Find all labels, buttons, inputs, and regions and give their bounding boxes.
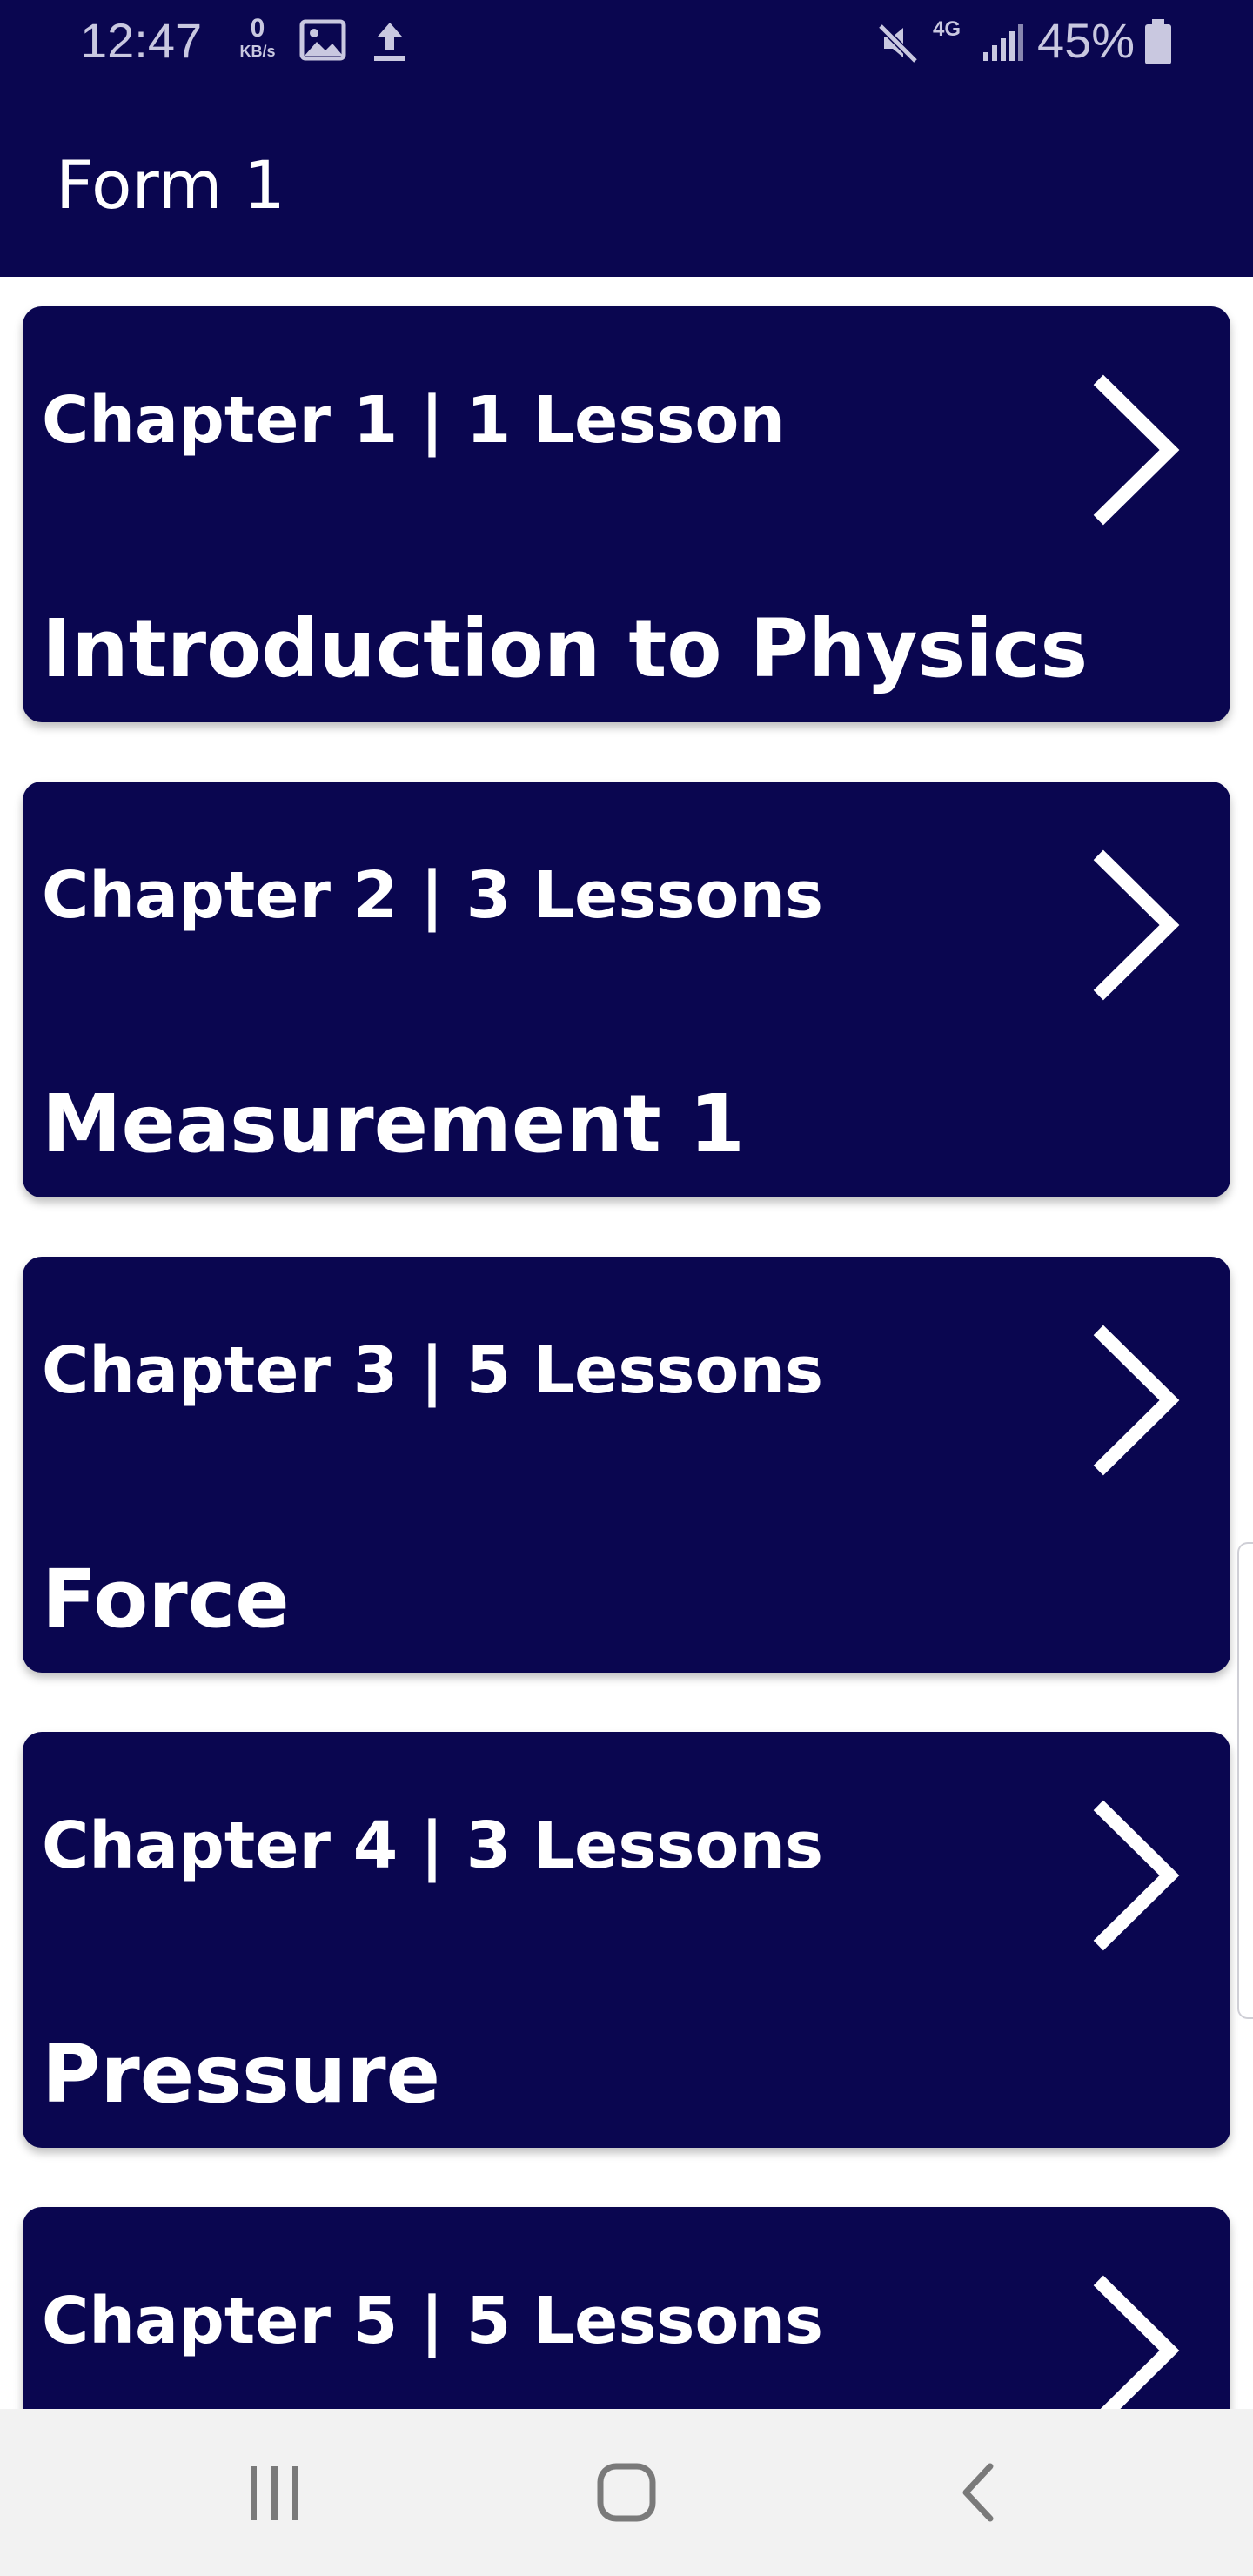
chapter-meta: Chapter 3 | 5 Lessons bbox=[42, 1333, 824, 1408]
signal-icon bbox=[982, 24, 1023, 66]
net-speed: 0 KB/s bbox=[230, 14, 285, 60]
chevron-right-icon bbox=[1093, 1325, 1180, 1476]
status-bar: 12:47 0 KB/s 4G 45% bbox=[0, 0, 1253, 87]
battery-percent: 45% bbox=[1037, 13, 1136, 68]
net-speed-unit: KB/s bbox=[239, 43, 276, 60]
scrollbar[interactable] bbox=[1237, 1542, 1253, 2019]
upload-icon bbox=[371, 19, 409, 66]
home-icon bbox=[597, 2463, 656, 2522]
recent-apps-button[interactable] bbox=[188, 2409, 362, 2576]
navigation-bar bbox=[0, 2409, 1253, 2576]
chapter-card[interactable]: Chapter 3 | 5 Lessons Force bbox=[23, 1257, 1230, 1673]
chevron-right-icon bbox=[1093, 849, 1180, 1001]
recent-apps-icon bbox=[251, 2466, 298, 2520]
chapter-title: Force bbox=[42, 1553, 290, 1646]
chapter-meta: Chapter 5 | 5 Lessons bbox=[42, 2284, 824, 2358]
net-speed-value: 0 bbox=[250, 14, 265, 43]
chapter-title: Introduction to Physics bbox=[42, 602, 1089, 695]
chapter-meta: Chapter 2 | 3 Lessons bbox=[42, 858, 824, 933]
header: 12:47 0 KB/s 4G 45% Form 1 bbox=[0, 0, 1253, 277]
chapter-title: Pressure bbox=[42, 2028, 440, 2121]
page-title: Form 1 bbox=[56, 146, 285, 224]
chapter-meta: Chapter 4 | 3 Lessons bbox=[42, 1808, 824, 1883]
battery-icon bbox=[1143, 19, 1173, 70]
network-type: 4G bbox=[933, 17, 962, 41]
chapter-card[interactable]: Chapter 1 | 1 Lesson Introduction to Phy… bbox=[23, 306, 1230, 722]
back-button[interactable] bbox=[891, 2409, 1065, 2576]
image-icon bbox=[299, 19, 346, 64]
status-time: 12:47 bbox=[80, 13, 203, 68]
back-icon bbox=[962, 2463, 994, 2522]
chevron-right-icon bbox=[1093, 1800, 1180, 1951]
chapter-card[interactable]: Chapter 4 | 3 Lessons Pressure bbox=[23, 1732, 1230, 2148]
mute-icon bbox=[875, 21, 921, 68]
home-button[interactable] bbox=[539, 2409, 714, 2576]
chapter-card[interactable]: Chapter 2 | 3 Lessons Measurement 1 bbox=[23, 782, 1230, 1197]
chapter-meta: Chapter 1 | 1 Lesson bbox=[42, 383, 785, 458]
chapter-title: Measurement 1 bbox=[42, 1077, 745, 1171]
screen: 12:47 0 KB/s 4G 45% Form 1 Chapter 1 | 1… bbox=[0, 0, 1253, 2576]
chevron-right-icon bbox=[1093, 374, 1180, 526]
